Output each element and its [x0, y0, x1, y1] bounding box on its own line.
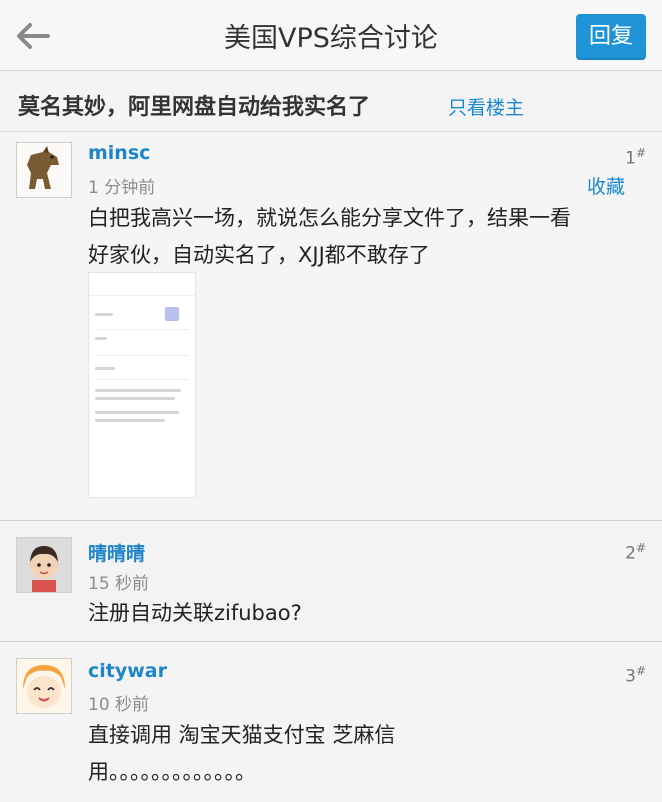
post-content: 白把我高兴一场，就说怎么能分享文件了，结果一看 好家伙，自动实名了，XJJ都不敢…	[88, 200, 648, 274]
post-item: citywar 10 秒前 3# 直接调用 淘宝天猫支付宝 芝麻信 用。。。。。…	[0, 642, 662, 802]
username[interactable]: minsc	[88, 142, 150, 164]
post-time: 15 秒前	[88, 574, 150, 594]
thread-title-bar: 莫名其妙，阿里网盘自动给我实名了 只看楼主	[0, 71, 662, 132]
thumbnail-divider	[95, 379, 189, 380]
app-header: 美国VPS综合讨论 回复	[0, 0, 662, 71]
post-content-line: 好家伙，自动实名了，XJJ都不敢存了	[88, 243, 430, 267]
thumbnail-text	[95, 337, 107, 340]
post-content-line: 注册自动关联zifubao?	[88, 601, 302, 625]
favorite-link[interactable]: 收藏	[587, 172, 625, 199]
floor-number: 1#	[625, 146, 646, 169]
avatar[interactable]	[16, 142, 72, 198]
floor-number: 2#	[625, 541, 646, 564]
post-content: 直接调用 淘宝天猫支付宝 芝麻信 用。。。。。。。。。。。。。	[88, 717, 648, 791]
thumbnail-toolbar	[89, 273, 195, 296]
username[interactable]: citywar	[88, 660, 167, 682]
thread-title: 莫名其妙，阿里网盘自动给我实名了	[18, 95, 371, 120]
floor-number: 3#	[625, 664, 646, 687]
post-content-line: 用。。。。。。。。。。。。。	[88, 760, 256, 784]
post-time: 1 分钟前	[88, 178, 156, 198]
post-time: 10 秒前	[88, 695, 150, 715]
post-item: minsc 1 分钟前 1# 收藏 白把我高兴一场，就说怎么能分享文件了，结果一…	[0, 132, 662, 521]
reply-button[interactable]: 回复	[576, 14, 646, 60]
avatar[interactable]	[16, 658, 72, 714]
thumbnail-divider	[95, 329, 189, 330]
thumbnail-text	[95, 367, 115, 370]
thumbnail-text	[95, 389, 181, 392]
thumbnail-text	[95, 397, 175, 400]
username[interactable]: 晴晴晴	[88, 539, 145, 566]
post-content-line: 直接调用 淘宝天猫支付宝 芝麻信	[88, 723, 396, 747]
only-op-link[interactable]: 只看楼主	[448, 93, 524, 120]
thumbnail-text	[95, 411, 179, 414]
thumbnail-text	[95, 419, 165, 422]
thumbnail-divider	[95, 355, 189, 356]
page-title: 美国VPS综合讨论	[224, 23, 438, 54]
avatar[interactable]	[16, 537, 72, 593]
post-content-line: 白把我高兴一场，就说怎么能分享文件了，结果一看	[88, 206, 571, 230]
post-item: 晴晴晴 15 秒前 2# 注册自动关联zifubao?	[0, 521, 662, 642]
attached-screenshot-thumbnail[interactable]	[88, 272, 196, 498]
post-content: 注册自动关联zifubao?	[88, 595, 648, 632]
thumbnail-avatar-square	[165, 307, 179, 321]
thumbnail-text	[95, 313, 113, 316]
